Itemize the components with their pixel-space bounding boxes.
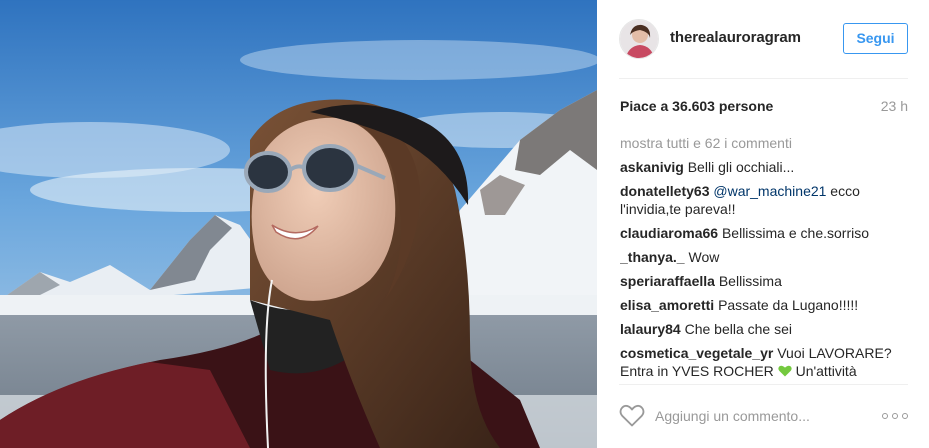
comment-text: Bellissima e che.sorriso bbox=[721, 225, 870, 241]
more-options-icon bbox=[902, 413, 908, 419]
comment-username[interactable]: lalaury84 bbox=[620, 321, 681, 337]
comment-bar bbox=[597, 392, 929, 448]
comment-text: Belli gli occhiali... bbox=[687, 159, 795, 175]
comment-item: elisa_amoretti Passate da Lugano!!!!! bbox=[620, 296, 910, 314]
username[interactable]: therealauroragram bbox=[670, 29, 801, 46]
avatar[interactable] bbox=[619, 19, 659, 59]
like-button[interactable] bbox=[619, 404, 645, 428]
comment-item: claudiaroma66 Bellissima e che.sorriso bbox=[620, 224, 910, 242]
comments-list: mostra tutti e 62 i commenti askanivig B… bbox=[620, 134, 910, 384]
comment-text: Che bella che sei bbox=[684, 321, 793, 337]
comment-username[interactable]: askanivig bbox=[620, 159, 684, 175]
comment-item: speriaraffaella Bellissima bbox=[620, 272, 910, 290]
comment-username[interactable]: cosmetica_vegetale_yr bbox=[620, 345, 773, 361]
comment-item: cosmetica_vegetale_yr Vuoi LAVORARE? Ent… bbox=[620, 344, 910, 380]
green-heart-icon bbox=[778, 365, 792, 377]
likes-count[interactable]: Piace a 36.603 persone bbox=[620, 98, 773, 114]
comment-username[interactable]: claudiaroma66 bbox=[620, 225, 718, 241]
comment-text: Wow bbox=[688, 249, 720, 265]
comment-item: donatellety63 @war_machine21 ecco l'invi… bbox=[620, 182, 910, 218]
post-sidebar: therealauroragram Segui Piace a 36.603 p… bbox=[597, 0, 929, 448]
heart-outline-icon bbox=[619, 404, 645, 427]
comment-username[interactable]: speriaraffaella bbox=[620, 273, 715, 289]
comment-mention[interactable]: @war_machine21 bbox=[713, 183, 826, 199]
post-timestamp[interactable]: 23 h bbox=[881, 98, 908, 114]
selfie-image bbox=[0, 0, 597, 448]
comment-username[interactable]: elisa_amoretti bbox=[620, 297, 714, 313]
view-all-comments-link[interactable]: mostra tutti e 62 i commenti bbox=[620, 134, 910, 152]
more-options-icon bbox=[882, 413, 888, 419]
comment-item: _thanya._ Wow bbox=[620, 248, 910, 266]
post-photo[interactable] bbox=[0, 0, 597, 448]
follow-button[interactable]: Segui bbox=[843, 23, 908, 54]
more-options-button[interactable] bbox=[882, 407, 908, 425]
add-comment-input[interactable] bbox=[655, 405, 860, 427]
more-options-icon bbox=[892, 413, 898, 419]
comment-text-continued: Un'attività bbox=[791, 363, 857, 379]
comment-item: askanivig Belli gli occhiali... bbox=[620, 158, 910, 176]
comment-username[interactable]: donatellety63 bbox=[620, 183, 709, 199]
post-header: therealauroragram Segui bbox=[597, 0, 929, 78]
comment-username[interactable]: _thanya._ bbox=[620, 249, 685, 265]
comment-text: Passate da Lugano!!!!! bbox=[718, 297, 859, 313]
divider bbox=[619, 78, 908, 79]
comment-text: Bellissima bbox=[718, 273, 782, 289]
divider bbox=[619, 384, 908, 385]
comment-item: lalaury84 Che bella che sei bbox=[620, 320, 910, 338]
